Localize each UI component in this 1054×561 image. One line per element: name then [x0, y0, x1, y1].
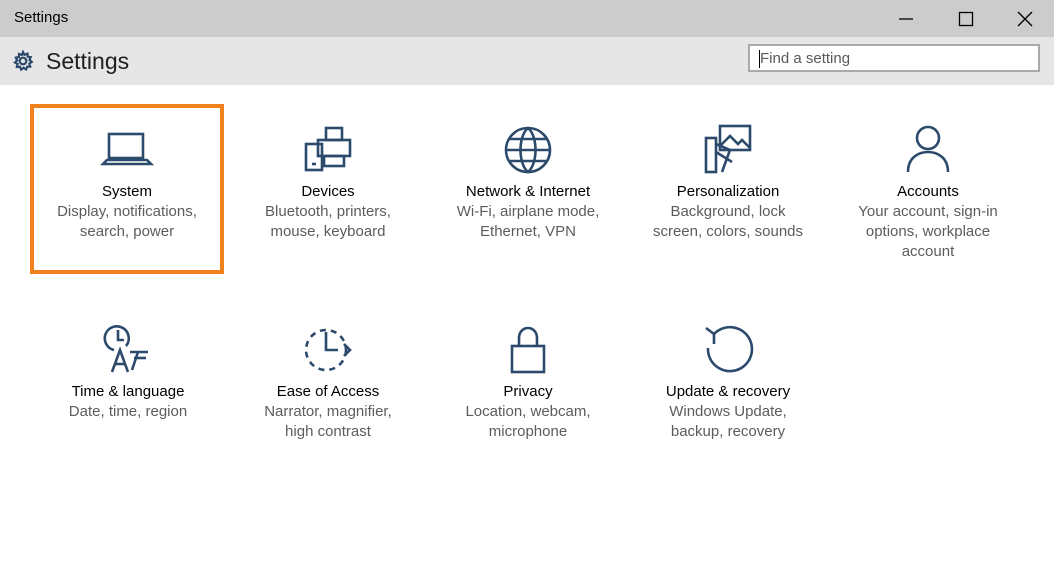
ease-of-access-icon [304, 328, 352, 372]
search-input[interactable] [750, 46, 1038, 70]
minimize-button[interactable] [876, 0, 936, 37]
tile-update-recovery[interactable]: Update & recovery Windows Update, backup… [628, 308, 828, 478]
person-icon [906, 125, 950, 173]
page-title: Settings [46, 48, 130, 74]
tile-ease-of-access[interactable]: Ease of Access Narrator, magnifier, high… [228, 308, 428, 478]
maximize-icon [958, 11, 974, 26]
scrollbar[interactable] [1044, 37, 1054, 85]
tile-description: Wi-Fi, airplane mode, Ethernet, VPN [456, 203, 600, 240]
devices-icon [304, 126, 352, 172]
search-box[interactable] [748, 44, 1040, 72]
tile-description: Windows Update, backup, recovery [669, 403, 787, 440]
tile-accounts[interactable]: Accounts Your account, sign-in options, … [828, 108, 1028, 278]
tile-network-internet[interactable]: Network & Internet Wi-Fi, airplane mode,… [428, 108, 628, 278]
tile-title: Update & recovery [665, 383, 791, 400]
globe-icon [504, 126, 552, 174]
tile-title: Personalization [676, 183, 780, 200]
text-caret [759, 50, 760, 68]
tile-personalization[interactable]: Personalization Background, lock screen,… [628, 108, 828, 278]
close-icon [1017, 11, 1033, 26]
tile-description: Narrator, magnifier, high contrast [264, 403, 392, 440]
tile-time-language[interactable]: Time & language Date, time, region [28, 308, 228, 478]
tile-description: Location, webcam, microphone [465, 403, 591, 440]
tile-description: Your account, sign-in options, workplace… [858, 203, 998, 260]
refresh-icon [705, 325, 754, 373]
close-button[interactable] [995, 0, 1054, 37]
tile-title: System [101, 183, 152, 200]
lock-icon [510, 326, 546, 374]
tile-title: Time & language [71, 383, 185, 400]
tile-title: Privacy [503, 383, 553, 400]
personalization-icon [704, 124, 752, 174]
tile-title: Devices [301, 183, 355, 200]
laptop-icon [99, 132, 155, 166]
minimize-icon [899, 17, 913, 20]
title-bar[interactable]: Settings [0, 0, 1054, 37]
settings-header: Settings [0, 37, 1054, 85]
tile-description: Date, time, region [68, 403, 188, 420]
tile-system[interactable]: System Display, notifications, search, p… [30, 104, 224, 274]
tile-title: Ease of Access [276, 383, 380, 400]
tile-description: Bluetooth, printers, mouse, keyboard [265, 203, 391, 240]
gear-icon [13, 50, 34, 72]
time-language-icon [103, 325, 148, 373]
tile-description: Display, notifications, search, power [57, 203, 197, 240]
maximize-button[interactable] [936, 0, 996, 37]
tile-devices[interactable]: Devices Bluetooth, printers, mouse, keyb… [228, 108, 428, 278]
tile-description: Background, lock screen, colors, sounds [652, 203, 804, 240]
tile-title: Accounts [897, 183, 959, 200]
tile-privacy[interactable]: Privacy Location, webcam, microphone [428, 308, 628, 478]
tile-title: Network & Internet [465, 183, 591, 200]
window-title: Settings [14, 9, 69, 26]
settings-window: Settings Settings Find a setting System … [0, 0, 1054, 561]
